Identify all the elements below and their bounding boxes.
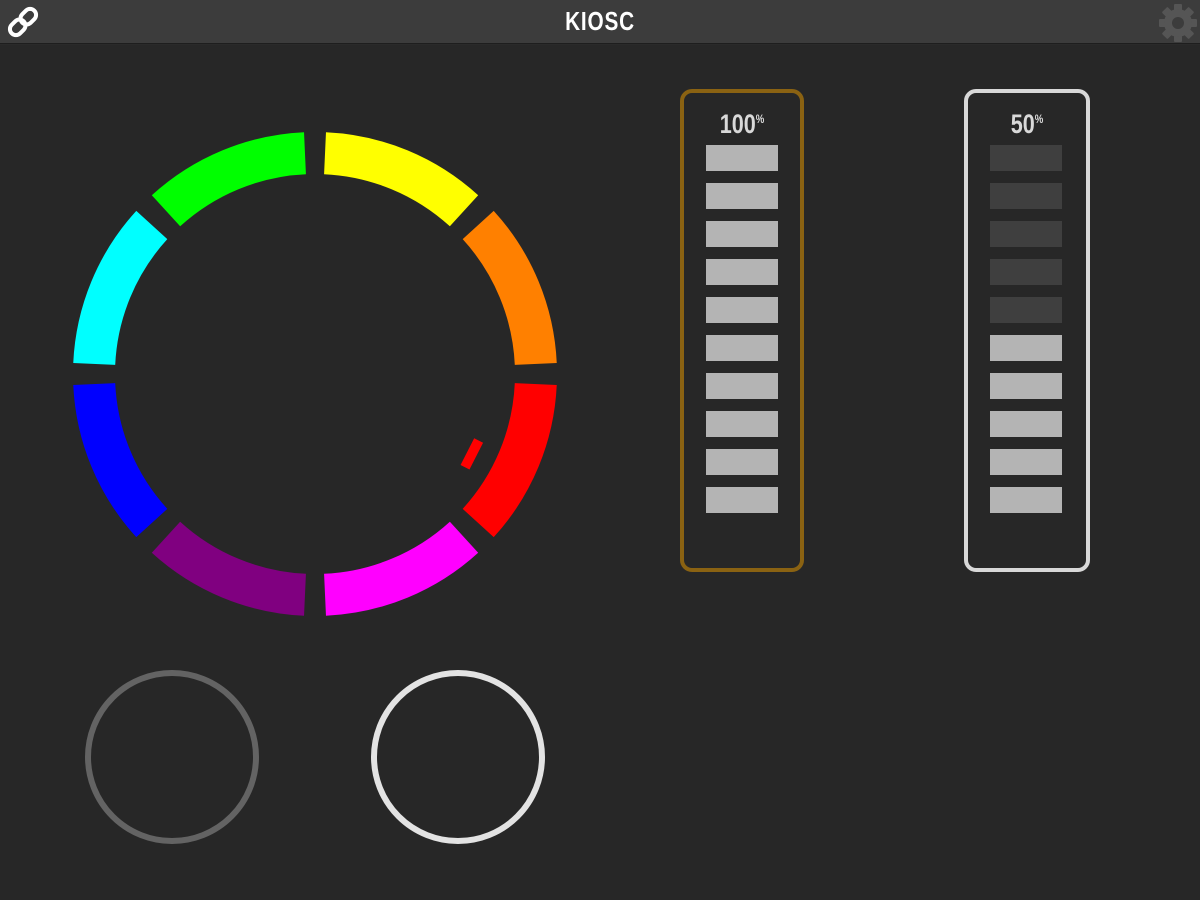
color-segment-red[interactable] <box>462 383 557 538</box>
link-button[interactable] <box>4 4 42 40</box>
fader-1[interactable]: 100% <box>680 89 804 572</box>
color-segment-orange[interactable] <box>462 210 557 365</box>
color-wheel-indicator <box>460 438 484 470</box>
title-bar: KIOSC <box>0 0 1200 44</box>
color-segment-green[interactable] <box>151 132 306 227</box>
fader-level-bar <box>706 335 778 361</box>
fader-level-bar <box>706 183 778 209</box>
toggle-button-1[interactable] <box>85 670 259 844</box>
color-segment-purple[interactable] <box>151 521 306 616</box>
toggle-button-2[interactable] <box>371 670 545 844</box>
app-title: KIOSC <box>565 6 635 36</box>
fader-1-level-bars <box>706 145 778 525</box>
fader-level-bar <box>706 297 778 323</box>
fader-level-bar <box>706 145 778 171</box>
color-segment-cyan[interactable] <box>73 210 168 365</box>
fader-level-bar <box>706 411 778 437</box>
fader-level-bar <box>706 373 778 399</box>
fader-level-bar <box>990 145 1062 171</box>
fader-2-value: 50 <box>1010 109 1035 139</box>
link-icon <box>7 6 39 38</box>
fader-2-label: 50% <box>980 109 1074 140</box>
fader-level-bar <box>990 259 1062 285</box>
fader-level-bar <box>990 335 1062 361</box>
fader-level-bar <box>706 259 778 285</box>
settings-button[interactable] <box>1156 2 1200 44</box>
fader-level-bar <box>990 411 1062 437</box>
gear-icon <box>1159 4 1197 42</box>
fader-level-bar <box>990 373 1062 399</box>
fader-level-bar <box>706 221 778 247</box>
color-segment-magenta[interactable] <box>324 521 479 616</box>
fader-level-bar <box>706 487 778 513</box>
fader-level-bar <box>706 449 778 475</box>
fader-level-bar <box>990 221 1062 247</box>
color-segment-blue[interactable] <box>73 383 168 538</box>
color-wheel[interactable] <box>60 85 570 616</box>
color-segment-yellow[interactable] <box>324 132 479 227</box>
fader-1-unit: % <box>755 112 765 126</box>
fader-level-bar <box>990 449 1062 475</box>
fader-level-bar <box>990 297 1062 323</box>
fader-2-unit: % <box>1034 112 1044 126</box>
fader-2-level-bars <box>990 145 1062 525</box>
control-surface: 100% 50% <box>0 45 1200 900</box>
fader-level-bar <box>990 487 1062 513</box>
fader-level-bar <box>990 183 1062 209</box>
fader-1-label: 100% <box>696 109 789 140</box>
fader-2[interactable]: 50% <box>964 89 1090 572</box>
fader-1-value: 100 <box>719 109 756 139</box>
